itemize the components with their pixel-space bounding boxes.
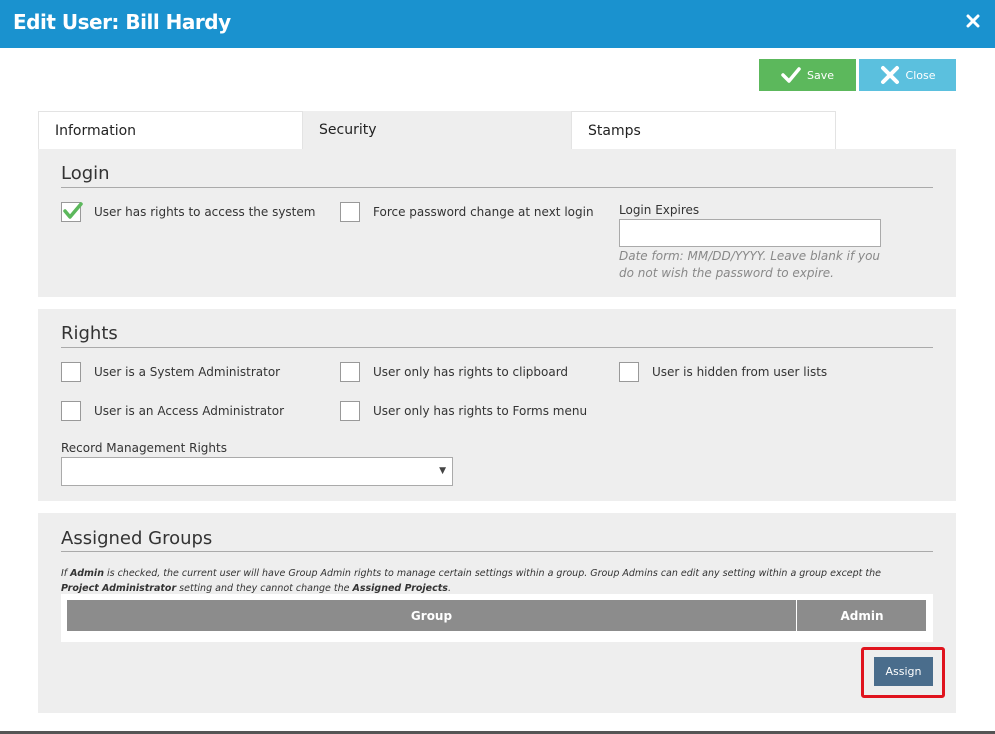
rights-divider: [61, 347, 933, 348]
forms-menu-label: User only has rights to Forms menu: [373, 404, 588, 418]
clipboard-rights-checkbox[interactable]: [340, 362, 360, 382]
tab-security[interactable]: Security: [303, 111, 571, 149]
groups-table-header: Group Admin: [67, 600, 926, 631]
clipboard-rights-label: User only has rights to clipboard: [373, 365, 569, 379]
dialog-header: Edit User: Bill Hardy: [0, 0, 995, 48]
tab-information[interactable]: Information: [38, 111, 303, 149]
rights-section-title: Rights: [61, 323, 118, 344]
assign-button[interactable]: Assign: [874, 657, 933, 686]
login-divider: [61, 187, 933, 188]
force-password-checkbox[interactable]: [340, 202, 360, 222]
dropdown-arrow-icon: ▼: [439, 466, 446, 476]
access-admin-label: User is an Access Administrator: [94, 404, 285, 418]
force-password-label: Force password change at next login: [373, 205, 594, 219]
save-button-label: Save: [806, 68, 834, 82]
column-header-group[interactable]: Group: [67, 600, 797, 631]
login-section-title: Login: [61, 163, 110, 184]
hidden-user-checkbox[interactable]: [619, 362, 639, 382]
login-expires-label: Login Expires: [619, 203, 700, 217]
tab-bar: Information Security Stamps: [38, 111, 956, 149]
checkmark-icon: [781, 66, 801, 84]
tab-stamps[interactable]: Stamps: [571, 111, 836, 149]
login-section: Login User has rights to access the syst…: [38, 149, 956, 297]
save-button[interactable]: Save: [759, 59, 856, 91]
forms-menu-checkbox[interactable]: [340, 401, 360, 421]
close-button-label: Close: [905, 68, 936, 82]
assigned-groups-title: Assigned Groups: [61, 528, 213, 549]
rights-section: Rights User is a System Administrator Us…: [38, 309, 956, 501]
close-button[interactable]: Close: [859, 59, 956, 91]
group-admin-note: If Admin is checked, the current user wi…: [61, 568, 882, 594]
hidden-user-label: User is hidden from user lists: [652, 365, 828, 379]
dialog-title: Edit User: Bill Hardy: [13, 10, 231, 34]
system-admin-label: User is a System Administrator: [94, 365, 281, 379]
access-rights-label: User has rights to access the system: [94, 205, 316, 219]
groups-divider: [61, 551, 933, 552]
close-icon: [880, 65, 900, 85]
record-mgmt-select[interactable]: ▼: [61, 457, 453, 486]
close-x-icon[interactable]: [963, 10, 983, 32]
column-header-admin[interactable]: Admin: [798, 600, 926, 631]
login-expires-hint: Date form: MM/DD/YYYY. Leave blank if yo…: [619, 249, 881, 280]
groups-table: Group Admin: [61, 594, 933, 642]
access-admin-checkbox[interactable]: [61, 401, 81, 421]
login-expires-input[interactable]: [619, 219, 881, 247]
assigned-groups-section: Assigned Groups If Admin is checked, the…: [38, 513, 956, 713]
system-admin-checkbox[interactable]: [61, 362, 81, 382]
access-rights-checkbox[interactable]: [61, 202, 83, 222]
record-mgmt-label: Record Management Rights: [61, 441, 227, 455]
